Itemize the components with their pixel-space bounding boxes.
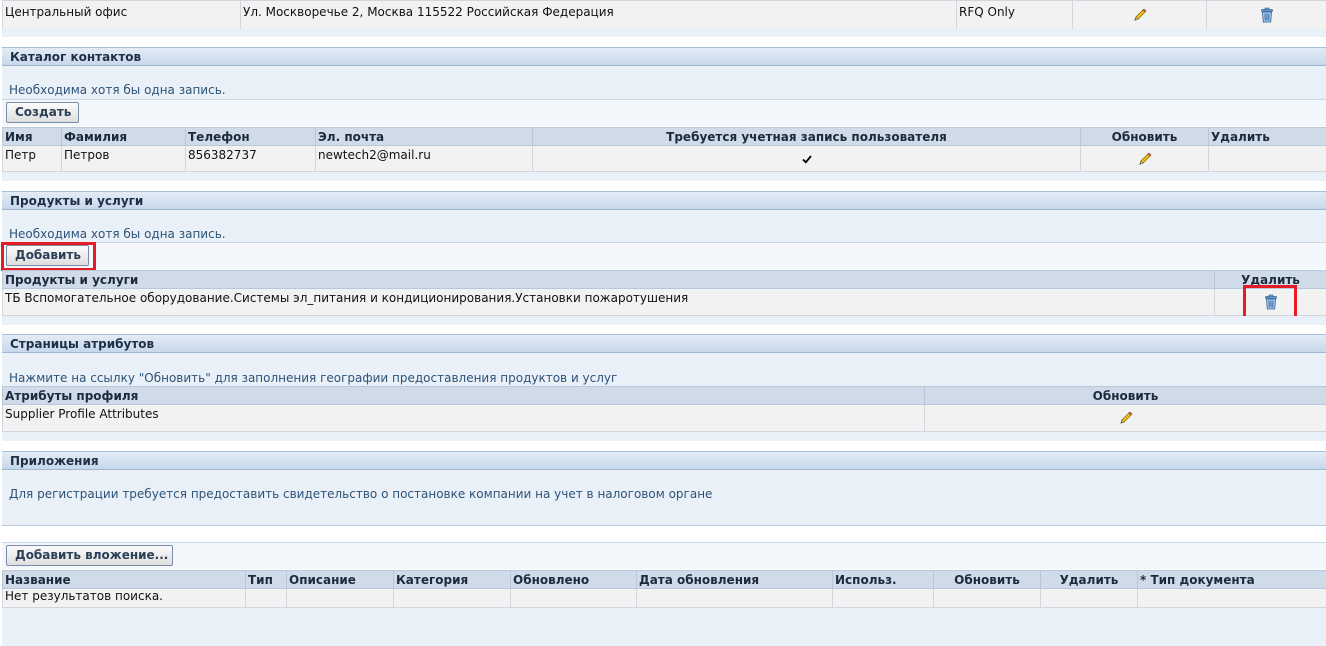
column-header-last-name[interactable]: Фамилия bbox=[61, 127, 186, 146]
pencil-icon[interactable] bbox=[1118, 410, 1134, 426]
table-row: Нет результатов поиска. bbox=[2, 588, 1326, 608]
delete-icon-highlight bbox=[1243, 285, 1297, 320]
contact-user-account-cell bbox=[532, 145, 1081, 172]
contacts-info-text: Необходима хотя бы одна запись. bbox=[9, 83, 226, 97]
check-icon bbox=[802, 154, 812, 164]
contact-first-name: Петр bbox=[2, 145, 62, 172]
contacts-header-row: Имя Фамилия Телефон Эл. почта Требуется … bbox=[2, 127, 1326, 146]
contact-delete-cell bbox=[1208, 145, 1326, 172]
contact-update-cell bbox=[1080, 145, 1209, 172]
attachments-header-row: Название Тип Описание Категория Обновлен… bbox=[2, 570, 1326, 589]
empty-cell bbox=[933, 588, 1041, 608]
table-row: Supplier Profile Attributes bbox=[2, 404, 1326, 432]
contact-last-name: Петров bbox=[61, 145, 186, 172]
products-table: Продукты и услуги Удалить ТБ Вспомогател… bbox=[2, 270, 1326, 316]
address-update-cell bbox=[1072, 0, 1207, 30]
address-band bbox=[2, 29, 1326, 37]
column-header-update: Обновить bbox=[924, 386, 1326, 405]
column-header-user-account[interactable]: Требуется учетная запись пользователя bbox=[532, 127, 1081, 146]
no-results-cell: Нет результатов поиска. bbox=[2, 588, 246, 608]
empty-cell bbox=[832, 588, 934, 608]
contact-phone: 856382737 bbox=[185, 145, 316, 172]
contacts-bottom-band bbox=[2, 172, 1326, 181]
empty-cell bbox=[1040, 588, 1138, 608]
empty-cell bbox=[510, 588, 637, 608]
table-row: ТБ Вспомогательное оборудование.Системы … bbox=[2, 288, 1326, 316]
column-header-description[interactable]: Описание bbox=[286, 570, 394, 589]
column-header-title[interactable]: Название bbox=[2, 570, 246, 589]
pencil-icon[interactable] bbox=[1132, 7, 1148, 23]
add-button-highlight bbox=[1, 242, 96, 271]
contacts-section-header: Каталог контактов bbox=[2, 47, 1326, 66]
attributes-header-row: Атрибуты профиля Обновить bbox=[2, 386, 1326, 405]
column-header-update: Обновить bbox=[1080, 127, 1209, 146]
table-row: Петр Петров 856382737 newtech2@mail.ru bbox=[2, 145, 1326, 172]
column-header-profile-attributes: Атрибуты профиля bbox=[2, 386, 925, 405]
address-delete-cell bbox=[1206, 0, 1326, 30]
attribute-update-cell bbox=[924, 404, 1326, 432]
column-header-phone[interactable]: Телефон bbox=[185, 127, 316, 146]
empty-cell bbox=[286, 588, 394, 608]
column-header-update: Обновить bbox=[933, 570, 1041, 589]
products-info-text: Необходима хотя бы одна запись. bbox=[9, 227, 226, 241]
column-header-document-type[interactable]: * Тип документа bbox=[1137, 570, 1326, 589]
attributes-info-text: Нажмите на ссылку "Обновить" для заполне… bbox=[9, 371, 618, 385]
attributes-bottom-band bbox=[2, 432, 1326, 441]
empty-cell bbox=[393, 588, 511, 608]
attributes-section-header: Страницы атрибутов bbox=[2, 334, 1326, 353]
column-header-products[interactable]: Продукты и услуги bbox=[2, 270, 1215, 289]
column-header-email[interactable]: Эл. почта bbox=[315, 127, 533, 146]
column-header-delete: Удалить bbox=[1040, 570, 1138, 589]
column-header-update-date[interactable]: Дата обновления bbox=[636, 570, 833, 589]
attachments-bottom-band bbox=[2, 608, 1326, 646]
address-table: Центральный офис Ул. Москворечье 2, Моск… bbox=[2, 0, 1326, 30]
add-attachment-button[interactable]: Добавить вложение... bbox=[6, 545, 173, 566]
attachments-info-text: Для регистрации требуется предоставить с… bbox=[9, 487, 713, 501]
contact-email: newtech2@mail.ru bbox=[315, 145, 533, 172]
address-cell: Ул. Москворечье 2, Москва 115522 Российс… bbox=[240, 0, 957, 30]
column-header-delete: Удалить bbox=[1208, 127, 1326, 146]
empty-cell bbox=[1137, 588, 1326, 608]
column-header-type[interactable]: Тип bbox=[245, 570, 287, 589]
attachments-button-bar bbox=[2, 542, 1326, 569]
address-purpose-cell: RFQ Only bbox=[956, 0, 1073, 30]
trash-icon[interactable] bbox=[1259, 7, 1275, 23]
attachments-section-header: Приложения bbox=[2, 451, 1326, 470]
products-bottom-band bbox=[2, 316, 1326, 325]
column-header-first-name[interactable]: Имя bbox=[2, 127, 62, 146]
contacts-table: Имя Фамилия Телефон Эл. почта Требуется … bbox=[2, 127, 1326, 172]
products-button-bar bbox=[2, 242, 1326, 269]
attachments-table: Название Тип Описание Категория Обновлен… bbox=[2, 570, 1326, 608]
create-contact-button[interactable]: Создать bbox=[6, 102, 79, 123]
empty-cell bbox=[245, 588, 287, 608]
column-header-usage[interactable]: Использ. bbox=[832, 570, 934, 589]
attachments-spacer bbox=[2, 526, 1326, 542]
profile-attribute-cell: Supplier Profile Attributes bbox=[2, 404, 925, 432]
column-header-category[interactable]: Категория bbox=[393, 570, 511, 589]
address-name-cell: Центральный офис bbox=[2, 0, 241, 30]
pencil-icon[interactable] bbox=[1137, 151, 1153, 167]
product-name-cell: ТБ Вспомогательное оборудование.Системы … bbox=[2, 288, 1215, 316]
contacts-button-bar bbox=[2, 99, 1326, 126]
products-section-header: Продукты и услуги bbox=[2, 191, 1326, 210]
column-header-updated-by[interactable]: Обновлено bbox=[510, 570, 637, 589]
attributes-table: Атрибуты профиля Обновить Supplier Profi… bbox=[2, 386, 1326, 432]
table-row: Центральный офис Ул. Москворечье 2, Моск… bbox=[2, 0, 1326, 30]
products-header-row: Продукты и услуги Удалить bbox=[2, 270, 1326, 289]
empty-cell bbox=[636, 588, 833, 608]
